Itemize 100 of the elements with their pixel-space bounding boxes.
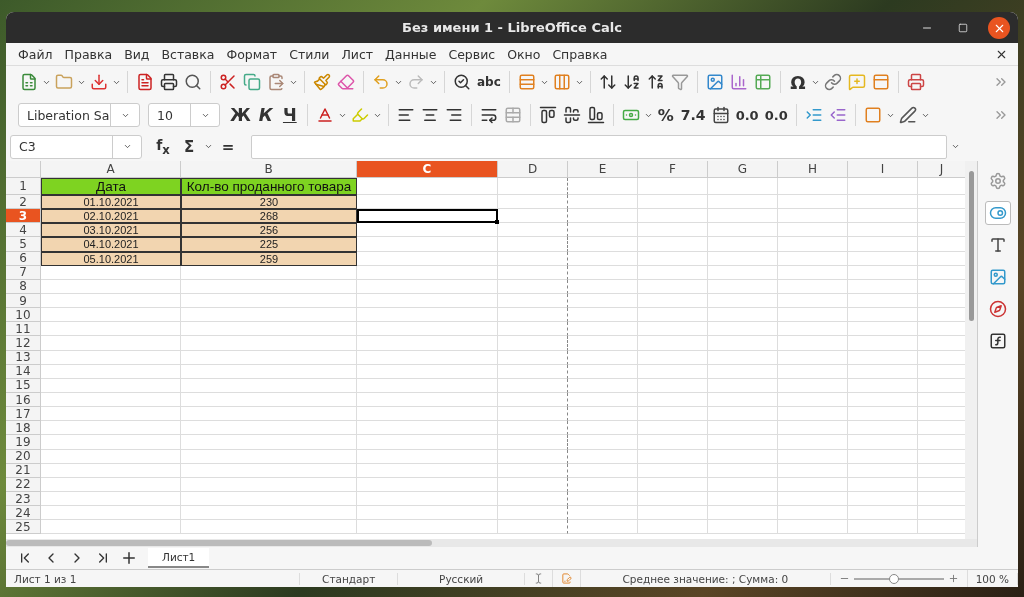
properties-button[interactable] <box>985 201 1011 225</box>
menu-item[interactable]: Справка <box>546 44 614 64</box>
magnifier-check-icon <box>453 73 471 91</box>
table-cell <box>708 435 778 450</box>
table-cell <box>778 294 848 309</box>
table-cell <box>848 251 918 266</box>
table-cell: 256 <box>181 223 357 238</box>
table-cell <box>498 279 568 294</box>
row-header[interactable]: 19 <box>6 435 41 450</box>
column-header[interactable]: J <box>918 161 965 178</box>
row-header[interactable]: 10 <box>6 308 41 323</box>
caret-icon[interactable] <box>122 142 132 151</box>
vertical-scrollbar[interactable] <box>965 161 977 539</box>
table-cell <box>848 520 918 535</box>
table-cell <box>498 251 568 266</box>
menu-item[interactable]: Сервис <box>442 44 502 64</box>
italic-button[interactable]: К <box>254 102 277 128</box>
column-header[interactable]: C <box>357 161 498 178</box>
menu-item[interactable]: Правка <box>58 44 119 64</box>
close-button[interactable] <box>988 17 1010 39</box>
table-cell <box>708 308 778 323</box>
header-cell: Дата <box>41 178 181 195</box>
menu-item[interactable]: Формат <box>220 44 284 64</box>
menu-item[interactable]: Вид <box>118 44 156 64</box>
header-footer-icon <box>871 73 890 91</box>
table-cell <box>778 491 848 507</box>
add-decimal-button[interactable]: 0.0 <box>733 102 761 128</box>
delete-decimal-button[interactable]: 0.0 <box>762 102 790 128</box>
table-cell <box>638 322 708 337</box>
table-cell <box>568 463 638 478</box>
caret-icon[interactable] <box>204 142 213 151</box>
menu-item[interactable]: Окно <box>501 44 547 64</box>
input-field[interactable] <box>251 134 947 159</box>
table-cell <box>708 265 778 280</box>
spellcheck-button[interactable]: abc <box>475 69 503 95</box>
table-cell <box>708 195 778 210</box>
table-cell: 04.10.2021 <box>41 237 181 252</box>
caret-icon[interactable] <box>951 142 960 151</box>
sheet-tab[interactable]: Лист1 <box>148 548 210 568</box>
table-cell <box>848 449 918 464</box>
zoom-in-icon[interactable] <box>947 573 959 584</box>
column-header[interactable]: F <box>638 161 708 178</box>
column-header[interactable]: H <box>778 161 848 178</box>
table-cell <box>708 506 778 521</box>
menu-item[interactable]: Файл <box>12 44 59 64</box>
underline-button[interactable]: Ч <box>278 102 301 128</box>
table-cell <box>498 421 568 436</box>
name-box[interactable]: C3 <box>10 134 142 159</box>
table-cell <box>848 407 918 422</box>
table-cell <box>498 265 568 280</box>
row-header[interactable]: 1 <box>6 178 41 195</box>
table-cell <box>708 294 778 309</box>
table-cell <box>848 308 918 323</box>
row-header[interactable]: 5 <box>6 237 41 252</box>
rows-icon <box>517 73 536 91</box>
percent-button[interactable]: % <box>654 102 677 128</box>
number-format-button[interactable]: 7.4 <box>678 102 708 128</box>
table-cell <box>778 449 848 464</box>
link-icon <box>823 73 842 91</box>
corner-cell[interactable] <box>6 161 41 178</box>
table-cell <box>708 378 778 393</box>
table-cell <box>848 392 918 408</box>
row-header[interactable]: 2 <box>6 195 41 210</box>
column-header[interactable]: A <box>41 161 181 178</box>
formula-button[interactable]: = <box>217 133 239 160</box>
column-header[interactable]: E <box>568 161 638 178</box>
row-header[interactable]: 18 <box>6 421 41 436</box>
table-cell <box>778 506 848 521</box>
table-cell <box>638 491 708 507</box>
column-header[interactable]: D <box>498 161 568 178</box>
row-header[interactable]: 24 <box>6 506 41 521</box>
row-header[interactable]: 4 <box>6 223 41 238</box>
menu-item[interactable]: Данные <box>379 44 443 64</box>
table-cell <box>708 178 778 195</box>
horizontal-scrollbar[interactable] <box>6 539 977 547</box>
table-cell <box>708 322 778 337</box>
row-header[interactable]: 25 <box>6 520 41 535</box>
table-cell <box>568 279 638 294</box>
sum-button[interactable]: Σ <box>178 133 200 160</box>
row-header[interactable]: 11 <box>6 322 41 337</box>
column-header[interactable]: G <box>708 161 778 178</box>
table-cell <box>638 336 708 351</box>
font-size-field[interactable]: 10 <box>148 103 220 127</box>
column-header[interactable]: B <box>181 161 357 178</box>
row-header[interactable]: 3 <box>6 209 41 224</box>
table-cell <box>568 477 638 492</box>
column-header[interactable]: I <box>848 161 918 178</box>
function-wizard-button[interactable]: f$_{x}$ <box>152 133 174 160</box>
font-name-field[interactable]: Liberation Sa <box>18 103 140 127</box>
table-cell <box>708 421 778 436</box>
row-header[interactable]: 12 <box>6 336 41 351</box>
special-character-button[interactable]: Ω <box>786 69 809 95</box>
menu-item[interactable]: Стили <box>283 44 336 64</box>
align-left-icon <box>396 106 415 124</box>
table-cell <box>638 421 708 436</box>
bold-button[interactable]: Ж <box>228 102 253 128</box>
menu-item[interactable]: Вставка <box>155 44 221 64</box>
menu-item[interactable]: Лист <box>335 44 380 64</box>
scissors-icon <box>219 73 237 91</box>
row-header[interactable]: 17 <box>6 407 41 422</box>
